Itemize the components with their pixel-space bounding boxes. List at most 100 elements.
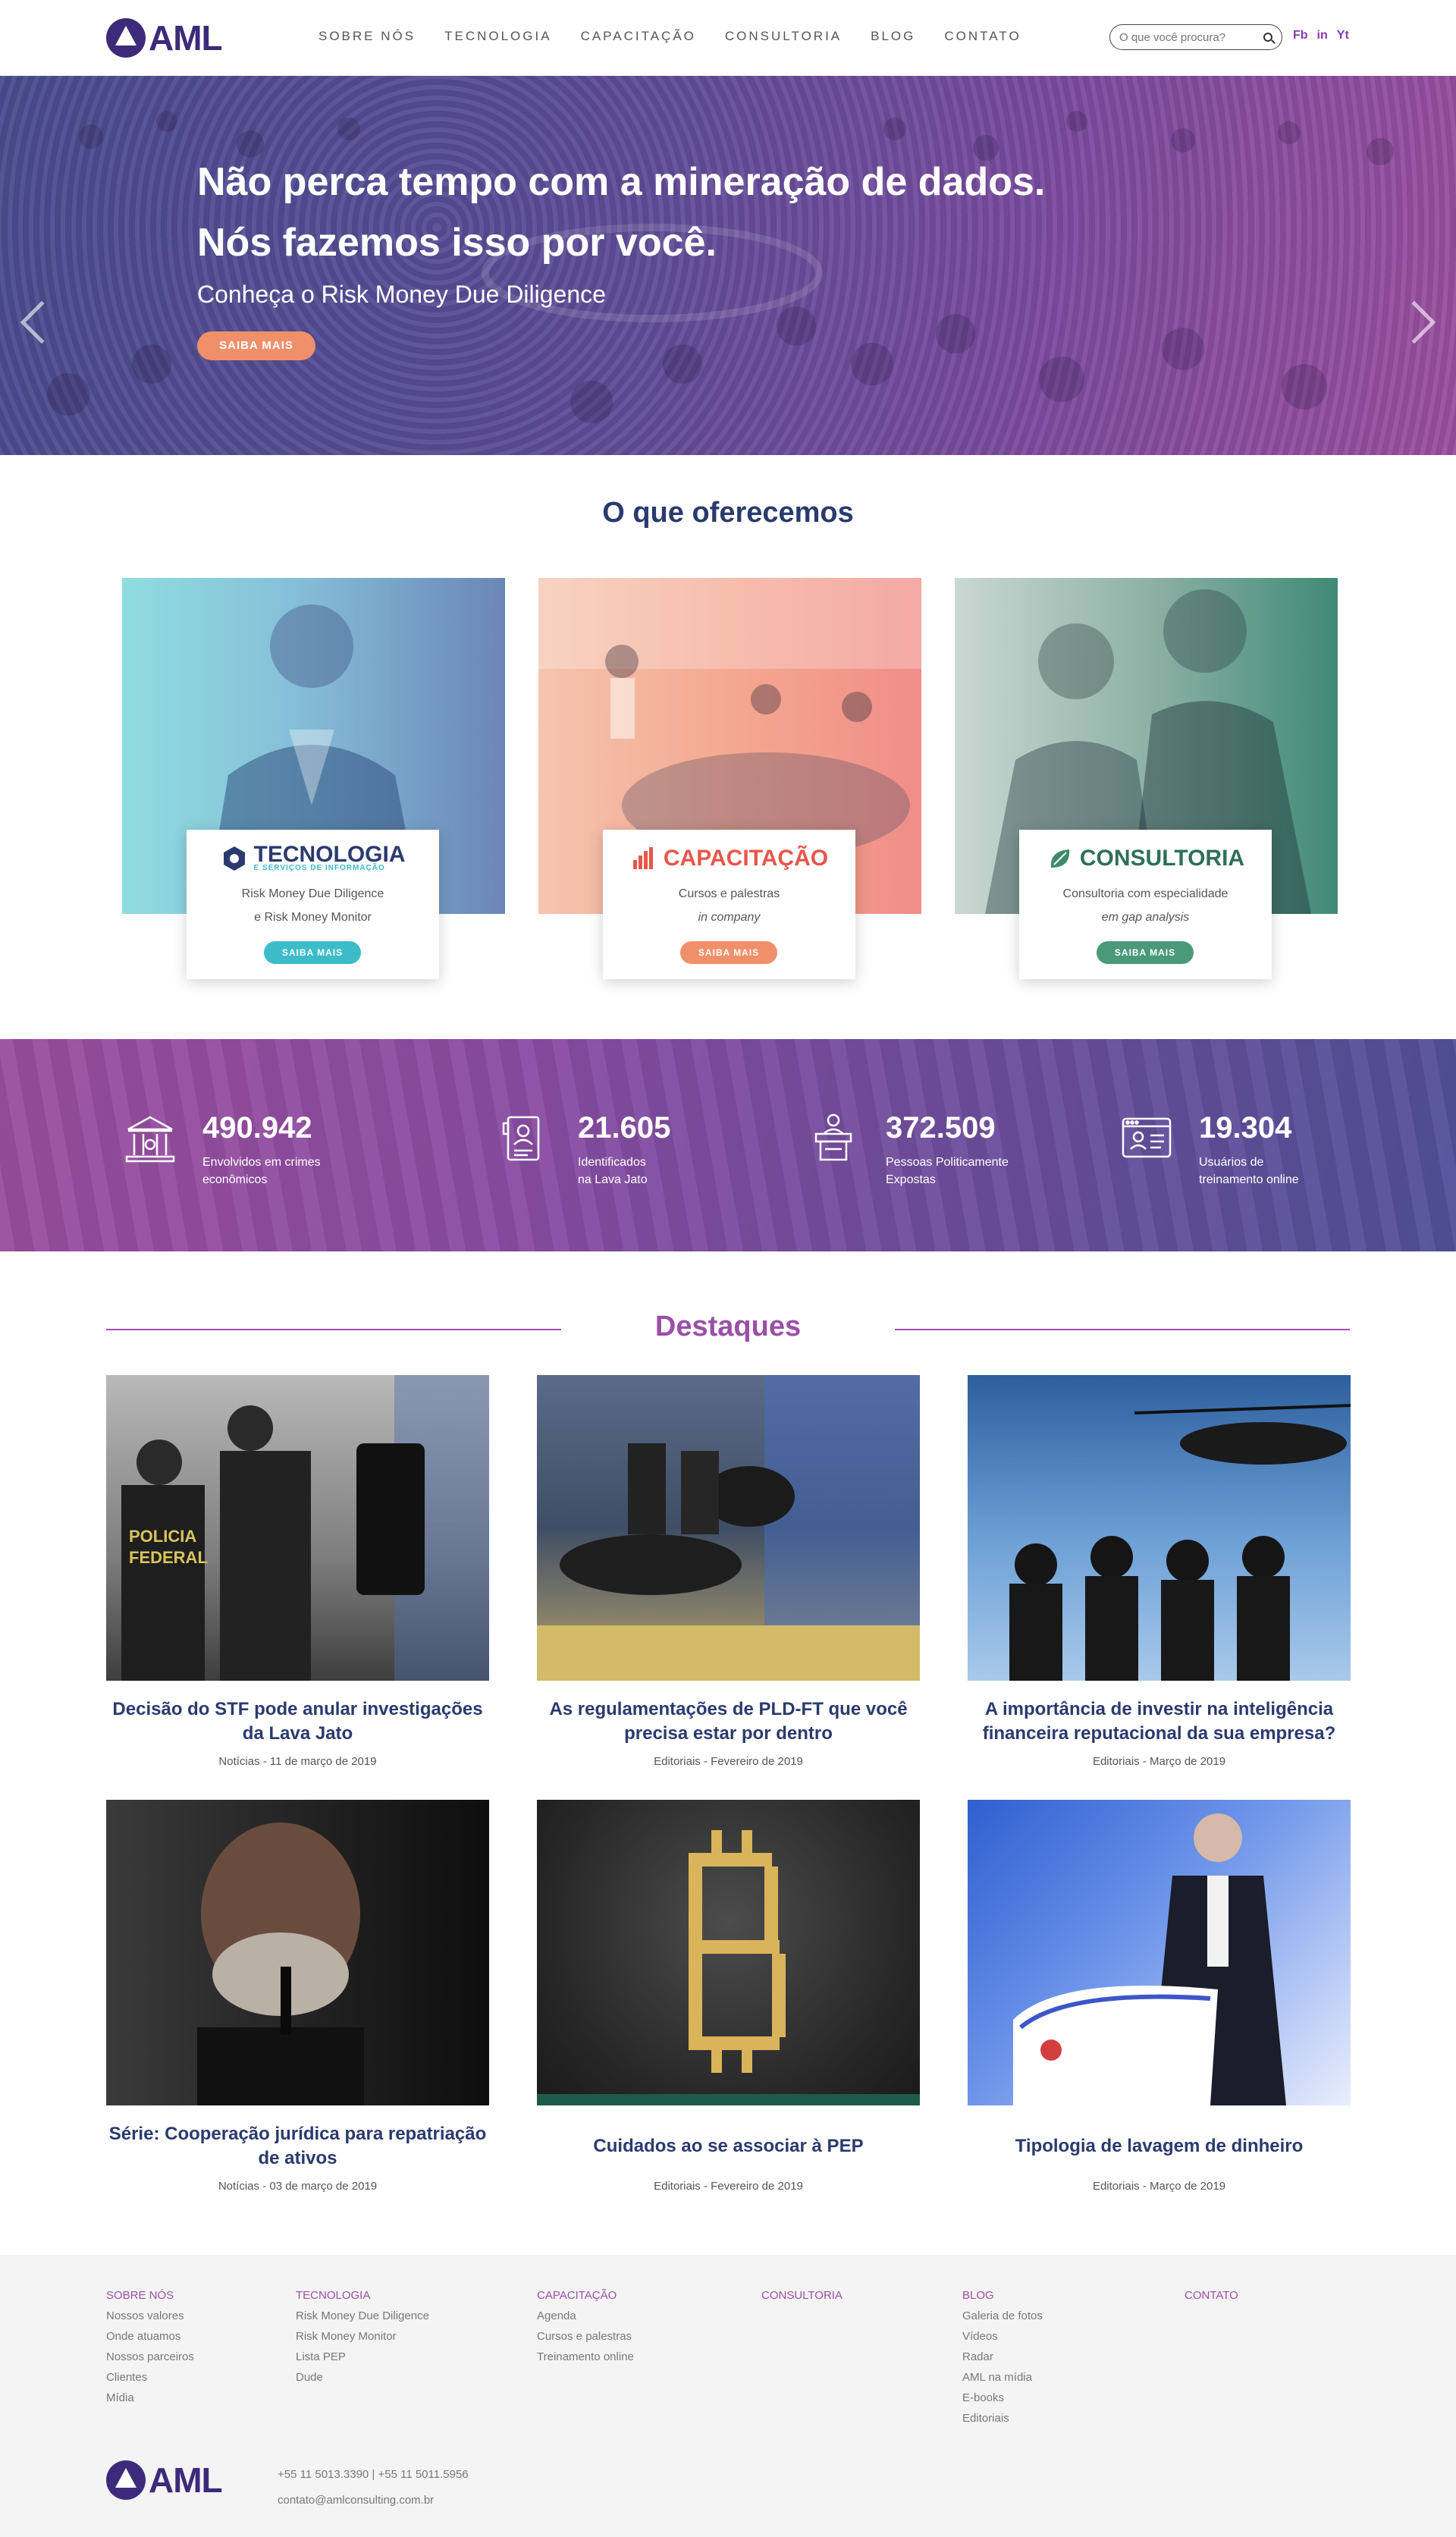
footer-col-consultoria: CONSULTORIA [761, 2285, 843, 2306]
footer-link[interactable]: AML na mídia [962, 2367, 1043, 2388]
hero-saiba-mais-button[interactable]: SAIBA MAIS [197, 331, 315, 360]
nav-sobre-nos[interactable]: SOBRE NÓS [318, 29, 416, 44]
facebook-link[interactable]: Fb [1293, 29, 1308, 42]
footer-heading[interactable]: CAPACITAÇÃO [537, 2285, 634, 2306]
search-icon[interactable] [1263, 33, 1272, 42]
aml-logo[interactable]: AML [106, 17, 223, 59]
logo-mark-icon [106, 18, 146, 58]
footer-phone: +55 11 5013.3390 | +55 11 5011.5956 [278, 2468, 469, 2481]
footer-link[interactable]: Clientes [106, 2367, 194, 2388]
nav-blog[interactable]: BLOG [871, 29, 915, 44]
offer-brand-tecnologia: TECNOLOGIA E SERVIÇOS DE INFORMAÇÃO [187, 843, 439, 872]
speaker-portrait-image [197, 1823, 364, 2105]
news-card[interactable]: As regulamentações de PLD-FT que você pr… [537, 1375, 920, 1768]
news-image[interactable] [968, 1375, 1351, 1681]
hero-title-line1: Não perca tempo com a mineração de dados… [197, 160, 1046, 204]
document-icon [502, 1116, 540, 1161]
stat-label-line2: na Lava Jato [578, 1173, 648, 1186]
news-image[interactable] [968, 1800, 1351, 2105]
offer-card-capacitacao: CAPACITAÇÃO Cursos e palestras in compan… [538, 578, 921, 979]
news-image[interactable]: POLICIA FEDERAL [106, 1375, 489, 1681]
stat-label: Envolvidos em crimes econômicos [202, 1154, 369, 1188]
stat-number: 490.942 [202, 1111, 312, 1144]
news-meta: Notícias - 11 de março de 2019 [218, 1755, 377, 1768]
footer-link[interactable]: Vídeos [962, 2326, 1043, 2347]
footer-link[interactable]: Cursos e palestras [537, 2326, 634, 2347]
footer-link[interactable]: Editoriais [962, 2408, 1043, 2429]
stat-label-line1: Usuários de [1199, 1156, 1264, 1169]
hexagon-icon [223, 846, 245, 871]
stats-band: 490.942 Envolvidos em crimes econômicos 2… [0, 1039, 1456, 1251]
footer-heading[interactable]: BLOG [962, 2285, 1043, 2306]
nav-contato[interactable]: CONTATO [944, 29, 1021, 44]
footer-link[interactable]: Lista PEP [296, 2347, 429, 2367]
logo-text: AML [149, 2460, 223, 2500]
saiba-mais-capacitacao-button[interactable]: SAIBA MAIS [680, 941, 777, 964]
stat-label-line2: treinamento online [1199, 1173, 1299, 1186]
search-input[interactable] [1119, 30, 1256, 44]
bar-chart-icon [632, 847, 653, 869]
footer-link[interactable]: Agenda [537, 2306, 634, 2326]
saiba-mais-consultoria-button[interactable]: SAIBA MAIS [1097, 941, 1194, 964]
offer-box-consultoria: CONSULTORIA Consultoria com especialidad… [1019, 830, 1272, 979]
footer-col-tecnologia: TECNOLOGIA Risk Money Due Diligence Risk… [296, 2285, 429, 2388]
helicopter-soldiers-image [1009, 1404, 1351, 1681]
footer-link[interactable]: Nossos valores [106, 2306, 194, 2326]
footer-link[interactable]: Risk Money Monitor [296, 2326, 429, 2347]
saiba-mais-tecnologia-button[interactable]: SAIBA MAIS [264, 941, 361, 964]
linkedin-link[interactable]: in [1317, 29, 1328, 42]
footer-link[interactable]: Risk Money Due Diligence [296, 2306, 429, 2326]
footer-heading[interactable]: CONTATO [1185, 2285, 1238, 2306]
news-title[interactable]: Cuidados ao se associar à PEP [537, 2122, 920, 2171]
news-card[interactable]: Tipologia de lavagem de dinheiro Editori… [968, 1800, 1351, 2193]
news-title[interactable]: Tipologia de lavagem de dinheiro [968, 2122, 1351, 2171]
nav-consultoria[interactable]: CONSULTORIA [725, 29, 842, 44]
footer-link[interactable]: Galeria de fotos [962, 2306, 1043, 2326]
stat-number: 21.605 [578, 1111, 671, 1144]
news-card[interactable]: Cuidados ao se associar à PEP Editoriais… [537, 1800, 920, 2193]
offer-card-consultoria: CONSULTORIA Consultoria com especialidad… [955, 578, 1338, 979]
news-card[interactable]: POLICIA FEDERAL Decisão do STF pode anul… [106, 1375, 489, 1768]
offer-brand-label: CONSULTORIA [1079, 846, 1245, 871]
offer-brand-label: CAPACITAÇÃO [663, 846, 829, 871]
offer-brand-consultoria: CONSULTORIA [1019, 845, 1272, 872]
news-title[interactable]: Série: Cooperação jurídica para repatria… [106, 2122, 489, 2171]
footer-link[interactable]: Onde atuamos [106, 2326, 194, 2347]
stat-label: Pessoas Politicamente Expostas [886, 1154, 1053, 1188]
news-card[interactable]: A importância de investir na inteligênci… [968, 1375, 1351, 1768]
footer-heading[interactable]: SOBRE NÓS [106, 2285, 194, 2306]
footer-link[interactable]: E-books [962, 2388, 1043, 2408]
hero-subtitle: Conheça o Risk Money Due Diligence [197, 281, 606, 308]
footer-logo[interactable]: AML [106, 2460, 223, 2501]
footer-link[interactable]: Radar [962, 2347, 1043, 2367]
svg-text:FEDERAL: FEDERAL [129, 1548, 208, 1567]
stat-number: 19.304 [1199, 1111, 1292, 1144]
footer-link[interactable]: Mídia [106, 2388, 194, 2408]
bitcoin-chips-image [537, 1830, 920, 2105]
youtube-link[interactable]: Yt [1337, 29, 1349, 42]
logo-mark-icon [106, 2460, 146, 2500]
footer-link[interactable]: Nossos parceiros [106, 2347, 194, 2367]
offer-card-tecnologia: TECNOLOGIA E SERVIÇOS DE INFORMAÇÃO Risk… [122, 578, 505, 979]
footer-heading[interactable]: TECNOLOGIA [296, 2285, 429, 2306]
footer-link[interactable]: Dude [296, 2367, 429, 2388]
swat-team-image [537, 1375, 920, 1681]
footer-link[interactable]: Treinamento online [537, 2347, 634, 2367]
footer-contact: +55 11 5013.3390 | +55 11 5011.5956 cont… [278, 2462, 469, 2513]
federal-police-image: POLICIA FEDERAL [121, 1375, 489, 1681]
offer-box-capacitacao: CAPACITAÇÃO Cursos e palestras in compan… [603, 830, 855, 979]
news-card[interactable]: Série: Cooperação jurídica para repatria… [106, 1800, 489, 2193]
footer-email[interactable]: contato@amlconsulting.com.br [278, 2488, 469, 2513]
search-box [1109, 24, 1282, 50]
news-title[interactable]: A importância de investir na inteligênci… [968, 1697, 1351, 1746]
news-image[interactable] [537, 1800, 920, 2105]
nav-capacitacao[interactable]: CAPACITAÇÃO [581, 29, 696, 44]
news-image[interactable] [537, 1375, 920, 1681]
footer-heading[interactable]: CONSULTORIA [761, 2285, 843, 2306]
stat-label-line1: Pessoas Politicamente [886, 1156, 1009, 1169]
offer-line1: Cursos e palestras [678, 887, 780, 900]
nav-tecnologia[interactable]: TECNOLOGIA [444, 29, 551, 44]
news-title[interactable]: As regulamentações de PLD-FT que você pr… [537, 1697, 920, 1746]
news-title[interactable]: Decisão do STF pode anular investigações… [106, 1697, 489, 1746]
news-image[interactable] [106, 1800, 489, 2105]
